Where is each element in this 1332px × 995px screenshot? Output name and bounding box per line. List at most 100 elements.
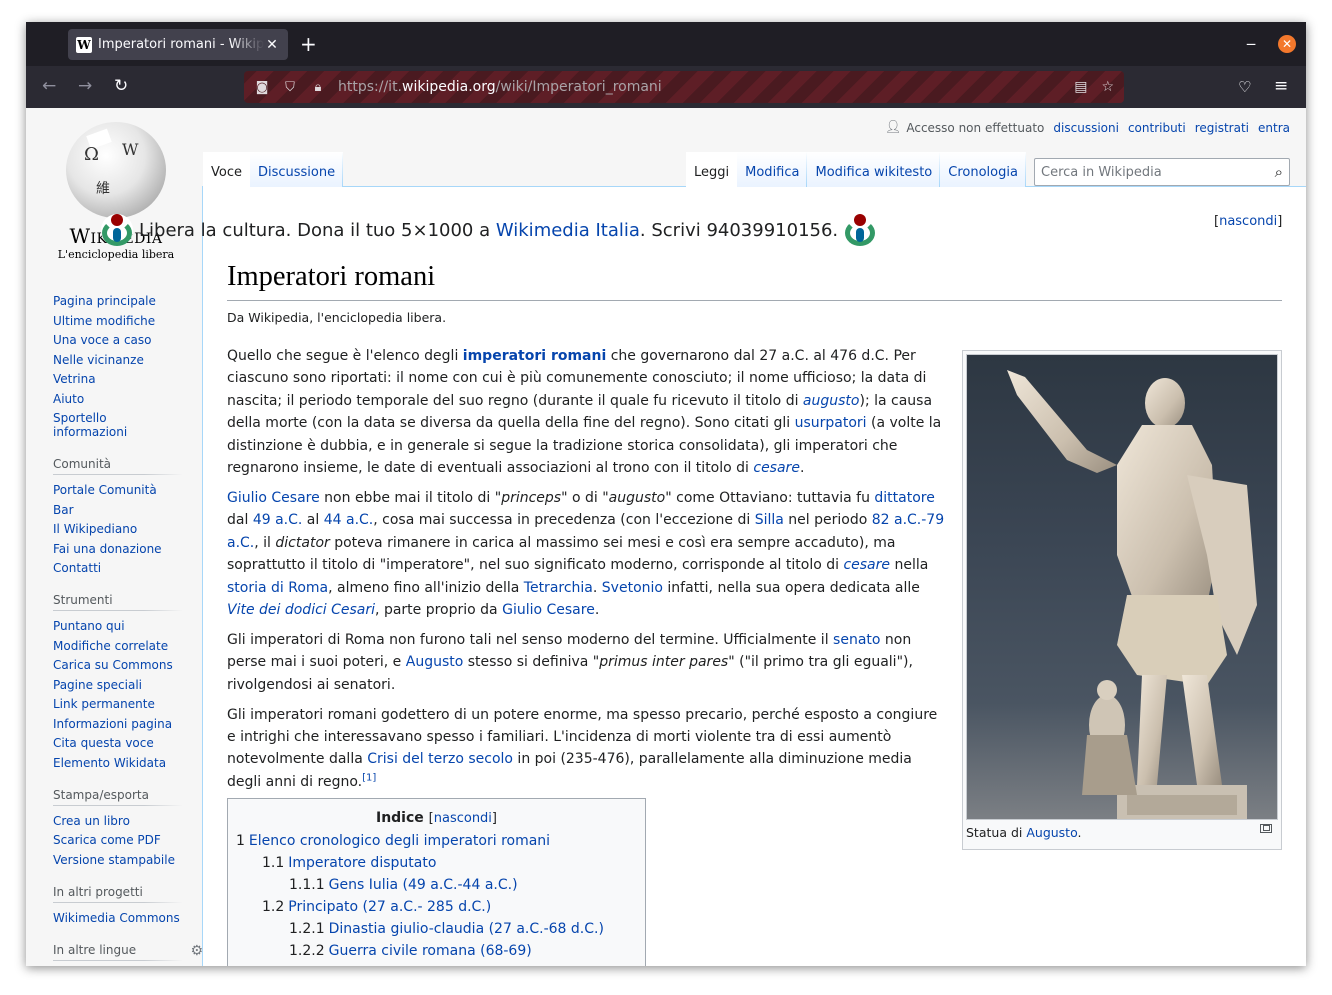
sidebar-item-contacts[interactable]: Contatti <box>53 561 183 575</box>
sidebar-item-info-desk[interactable]: Sportello informazioni <box>53 411 143 439</box>
paragraph: Quello che segue è l'elenco degli impera… <box>227 348 942 477</box>
sidebar-item-cite[interactable]: Cita questa voce <box>53 736 183 750</box>
sidebar-heading-community: Comunità <box>53 457 183 475</box>
create-account-link[interactable]: registrati <box>1195 121 1249 135</box>
sidebar-item-related-changes[interactable]: Modifiche correlate <box>53 639 183 653</box>
sidebar-heading-languages: In altre lingue ⚙ <box>53 942 203 961</box>
contributions-link[interactable]: contributi <box>1128 121 1186 135</box>
sidebar-heading-projects: In altri progetti <box>53 884 183 903</box>
pocket-icon[interactable]: ♡ <box>1238 77 1251 97</box>
browser-window: W Imperatori romani - Wikipedia ✕ + ‒ ✕ … <box>26 22 1306 966</box>
sidebar-item-download-pdf[interactable]: Scarica come PDF <box>53 833 183 847</box>
login-link[interactable]: entra <box>1258 121 1290 135</box>
sidebar-item-what-links-here[interactable]: Puntano qui <box>53 619 183 633</box>
tab-article[interactable]: Voce <box>203 152 250 187</box>
reload-icon[interactable]: ↻ <box>114 76 128 96</box>
language-settings-gear-icon[interactable]: ⚙ <box>190 943 203 959</box>
puzzle-globe-icon: Ω W 維 <box>66 122 166 218</box>
enlarge-icon[interactable] <box>1260 824 1272 833</box>
user-icon: 👤︎ <box>884 120 902 135</box>
sidebar-item-nearby[interactable]: Nelle vicinanze <box>53 353 183 367</box>
banner-text: Libera la cultura. Dona il tuo 5×1000 a … <box>139 219 839 241</box>
menu-icon[interactable]: ≡ <box>1274 76 1288 96</box>
personal-tools: 👤︎ Accesso non effettuato discussioni co… <box>885 120 1290 135</box>
sidebar-item-special-pages[interactable]: Pagine speciali <box>53 678 183 692</box>
toc-item[interactable]: 1.1.1 Gens Iulia (49 a.C.-44 a.C.) <box>236 874 637 896</box>
hide-banner-link[interactable]: nascondi <box>1219 214 1277 229</box>
sidebar-item-upload-commons[interactable]: Carica su Commons <box>53 658 183 672</box>
sidebar-item-showcase[interactable]: Vetrina <box>53 372 183 386</box>
site-subtitle: Da Wikipedia, l'enciclopedia libera. <box>227 310 447 325</box>
sidebar-item-wikidata[interactable]: Elemento Wikidata <box>53 756 183 770</box>
search-input[interactable]: Cerca in Wikipedia ⌕ <box>1034 158 1290 186</box>
page-title: Imperatori romani <box>227 258 1282 301</box>
view-tabs: Leggi Modifica Modifica wikitesto Cronol… <box>686 152 1026 187</box>
url-text[interactable]: https://it.wikipedia.org/wiki/Imperatori… <box>338 79 1060 95</box>
tab-close-icon[interactable]: ✕ <box>264 37 280 53</box>
new-tab-icon[interactable]: + <box>300 32 317 56</box>
sidebar-item-page-info[interactable]: Informazioni pagina <box>53 717 183 731</box>
toc-item[interactable]: 1 Elenco cronologico degli imperatori rom… <box>236 830 637 852</box>
search-placeholder: Cerca in Wikipedia <box>1041 164 1162 180</box>
sidebar-item-permalink[interactable]: Link permanente <box>53 697 183 711</box>
augustus-statue-image[interactable] <box>966 354 1278 820</box>
sidebar-heading-tools: Strumenti <box>53 593 183 611</box>
toc-item[interactable]: 1.2.1 Dinastia giulio-claudia (27 a.C.-68… <box>236 918 637 940</box>
namespace-tabs: Voce Discussione <box>203 152 343 187</box>
toc-item[interactable]: 1.1 Imperatore disputato <box>236 852 637 874</box>
tab-edit[interactable]: Modifica <box>737 152 807 187</box>
toc-hide-link[interactable]: nascondi <box>434 811 492 826</box>
bookmark-star-icon[interactable]: ☆ <box>1101 79 1114 95</box>
article-body: Quello che segue è l'elenco degli impera… <box>227 345 945 801</box>
tab-read[interactable]: Leggi <box>686 152 738 187</box>
wikipedia-favicon-icon: W <box>76 36 92 53</box>
paragraph: Gli imperatori romani godettero di un po… <box>227 706 938 790</box>
sidebar-item-donate[interactable]: Fai una donazione <box>53 542 183 556</box>
tab-edit-source[interactable]: Modifica wikitesto <box>807 152 940 187</box>
lock-icon[interactable]: 🔒︎ <box>310 80 326 95</box>
forward-icon[interactable]: → <box>78 76 92 96</box>
statue-illustration <box>1007 370 1257 819</box>
tab-history[interactable]: Cronologia <box>940 152 1026 187</box>
toc-item[interactable]: 1.2.2 Guerra civile romana (68-69) <box>236 940 637 962</box>
augusto-link[interactable]: Augusto <box>1026 825 1077 840</box>
hide-banner: [nascondi] <box>1214 214 1283 229</box>
sidebar-item-create-book[interactable]: Crea un libro <box>53 814 183 828</box>
table-of-contents: Indice [nascondi] 1 Elenco cronologico de… <box>227 798 646 966</box>
sidebar-item-printable[interactable]: Versione stampabile <box>53 853 183 867</box>
talk-link[interactable]: discussioni <box>1053 121 1119 135</box>
window-close-icon[interactable]: ✕ <box>1278 35 1296 53</box>
sidebar-item-wikipedian[interactable]: Il Wikipediano <box>53 522 183 536</box>
sidebar-item-commons[interactable]: Wikimedia Commons <box>53 911 183 925</box>
private-mask-icon: ◙ <box>255 79 269 95</box>
paragraph: Giulio Cesare non ebbe mai il titolo di … <box>227 489 945 618</box>
donation-banner: Libera la cultura. Dona il tuo 5×1000 a … <box>101 214 877 246</box>
sidebar-item-community-portal[interactable]: Portale Comunità <box>53 483 183 497</box>
shield-icon[interactable]: ⛉ <box>282 80 298 95</box>
sidebar-main-nav: Pagina principale Ultime modifiche Una v… <box>53 294 183 439</box>
web-page: Ω W 維 Wikipedia L'enciclopedia libera Pa… <box>26 108 1306 966</box>
sidebar: Pagina principale Ultime modifiche Una v… <box>53 294 203 966</box>
url-bar[interactable]: ◙ ⛉ 🔒︎ https://it.wikipedia.org/wiki/Imp… <box>244 71 1124 103</box>
browser-tab[interactable]: W Imperatori romani - Wikipedia ✕ <box>68 29 288 60</box>
wikimedia-italia-link[interactable]: Wikimedia Italia <box>496 220 640 241</box>
sidebar-item-random[interactable]: Una voce a caso <box>53 333 183 347</box>
sidebar-item-bar[interactable]: Bar <box>53 503 183 517</box>
sidebar-item-main-page[interactable]: Pagina principale <box>53 294 183 308</box>
image-thumbnail: Statua di Augusto. <box>962 350 1282 850</box>
reader-view-icon[interactable]: ▤ <box>1074 79 1087 95</box>
search-icon[interactable]: ⌕ <box>1275 163 1283 181</box>
wikimedia-logo-icon <box>844 214 877 246</box>
minimize-icon[interactable]: ‒ <box>1246 34 1256 53</box>
back-icon[interactable]: ← <box>42 76 56 96</box>
sidebar-item-help[interactable]: Aiuto <box>53 392 183 406</box>
toc-item[interactable]: 1.2 Principato (27 a.C.- 285 d.C.) <box>236 896 637 918</box>
thumbnail-caption: Statua di Augusto. <box>966 820 1278 840</box>
tab-talk[interactable]: Discussione <box>250 152 343 187</box>
sidebar-item-recent-changes[interactable]: Ultime modifiche <box>53 314 183 328</box>
sidebar-heading-print: Stampa/esporta <box>53 787 183 806</box>
wikipedia-tagline: L'enciclopedia libera <box>57 248 175 261</box>
paragraph: Gli imperatori di Roma non furono tali n… <box>227 631 913 693</box>
wikimedia-logo-icon <box>101 214 133 246</box>
not-logged-in-label: Accesso non effettuato <box>906 120 1045 135</box>
